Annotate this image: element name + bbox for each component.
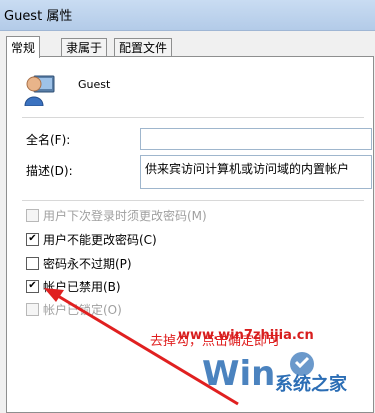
checkbox-box[interactable] xyxy=(26,256,39,270)
checkbox-account-locked[interactable]: 帐户已锁定(O) xyxy=(26,301,122,317)
checkbox-label: 帐户已禁用(B) xyxy=(43,279,121,294)
checkbox-must-change-password[interactable]: 用户下次登录时须更改密码(M) xyxy=(26,207,207,223)
user-icon xyxy=(24,75,55,106)
checkbox-label: 用户不能更改密码(C) xyxy=(43,232,157,247)
tab-profile[interactable]: 配置文件 xyxy=(114,38,173,57)
checkbox-box[interactable] xyxy=(26,302,39,316)
description-field[interactable]: 供来宾访问计算机或访问域的内置帐户 xyxy=(140,155,372,189)
tab-member-of[interactable]: 隶属于 xyxy=(61,38,108,57)
title-bar: Guest 属性 xyxy=(0,0,375,31)
checkbox-box-checked[interactable]: ✔ xyxy=(26,232,39,246)
separator xyxy=(22,117,364,118)
checkbox-label: 密码永不过期(P) xyxy=(43,256,132,271)
checkbox-box-checked[interactable]: ✔ xyxy=(26,279,39,293)
svg-text:Win: Win xyxy=(202,354,275,394)
checkbox-box[interactable] xyxy=(26,208,39,222)
window-title: Guest 属性 xyxy=(4,9,73,24)
checkbox-account-disabled[interactable]: ✔ 帐户已禁用(B) xyxy=(26,278,121,294)
description-label: 描述(D): xyxy=(26,164,73,178)
checkbox-label: 帐户已锁定(O) xyxy=(43,302,122,317)
tab-general[interactable]: 常规 xyxy=(6,36,41,58)
separator xyxy=(22,200,364,201)
checkbox-label: 用户下次登录时须更改密码(M) xyxy=(43,208,207,223)
checkbox-password-never-expires[interactable]: 密码永不过期(P) xyxy=(26,255,132,271)
watermark-logo-text: 系统之家 xyxy=(275,374,347,395)
checkbox-cannot-change-password[interactable]: ✔ 用户不能更改密码(C) xyxy=(26,231,157,247)
user-name: Guest xyxy=(78,78,111,91)
full-name-field[interactable] xyxy=(140,128,372,150)
full-name-label: 全名(F): xyxy=(26,133,71,147)
